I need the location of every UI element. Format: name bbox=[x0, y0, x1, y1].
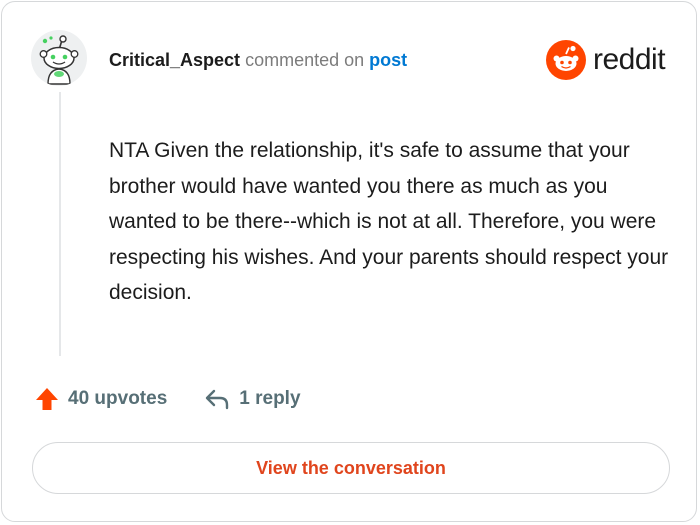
reddit-snoo-icon bbox=[546, 40, 586, 80]
reply-arrow-icon bbox=[206, 389, 229, 410]
reply-count: 1 reply bbox=[239, 388, 301, 409]
comment-action-text: commented on bbox=[245, 50, 365, 70]
post-link[interactable]: post bbox=[369, 50, 407, 70]
avatar[interactable] bbox=[31, 30, 87, 86]
username[interactable]: Critical_Aspect bbox=[109, 50, 240, 70]
comment-actions: 40 upvotes 1 reply bbox=[34, 385, 301, 413]
view-conversation-label: View the conversation bbox=[256, 457, 446, 478]
reddit-logo[interactable]: reddit bbox=[546, 40, 666, 80]
comment-header: Critical_Aspect commented on post bbox=[109, 49, 407, 71]
reply-button[interactable]: 1 reply bbox=[203, 385, 301, 413]
upvote-count: 40 upvotes bbox=[68, 388, 168, 409]
view-conversation-button[interactable]: View the conversation bbox=[32, 442, 670, 494]
upvote-button[interactable]: 40 upvotes bbox=[34, 385, 167, 413]
thread-line bbox=[59, 92, 61, 356]
upvote-arrow-icon bbox=[36, 388, 58, 410]
logo-wordmark: reddit bbox=[593, 43, 666, 76]
comment-card: Critical_Aspect commented on post reddit… bbox=[1, 1, 697, 522]
snoo-avatar-icon bbox=[31, 30, 87, 86]
comment-body: NTA Given the relationship, it's safe to… bbox=[109, 139, 669, 304]
